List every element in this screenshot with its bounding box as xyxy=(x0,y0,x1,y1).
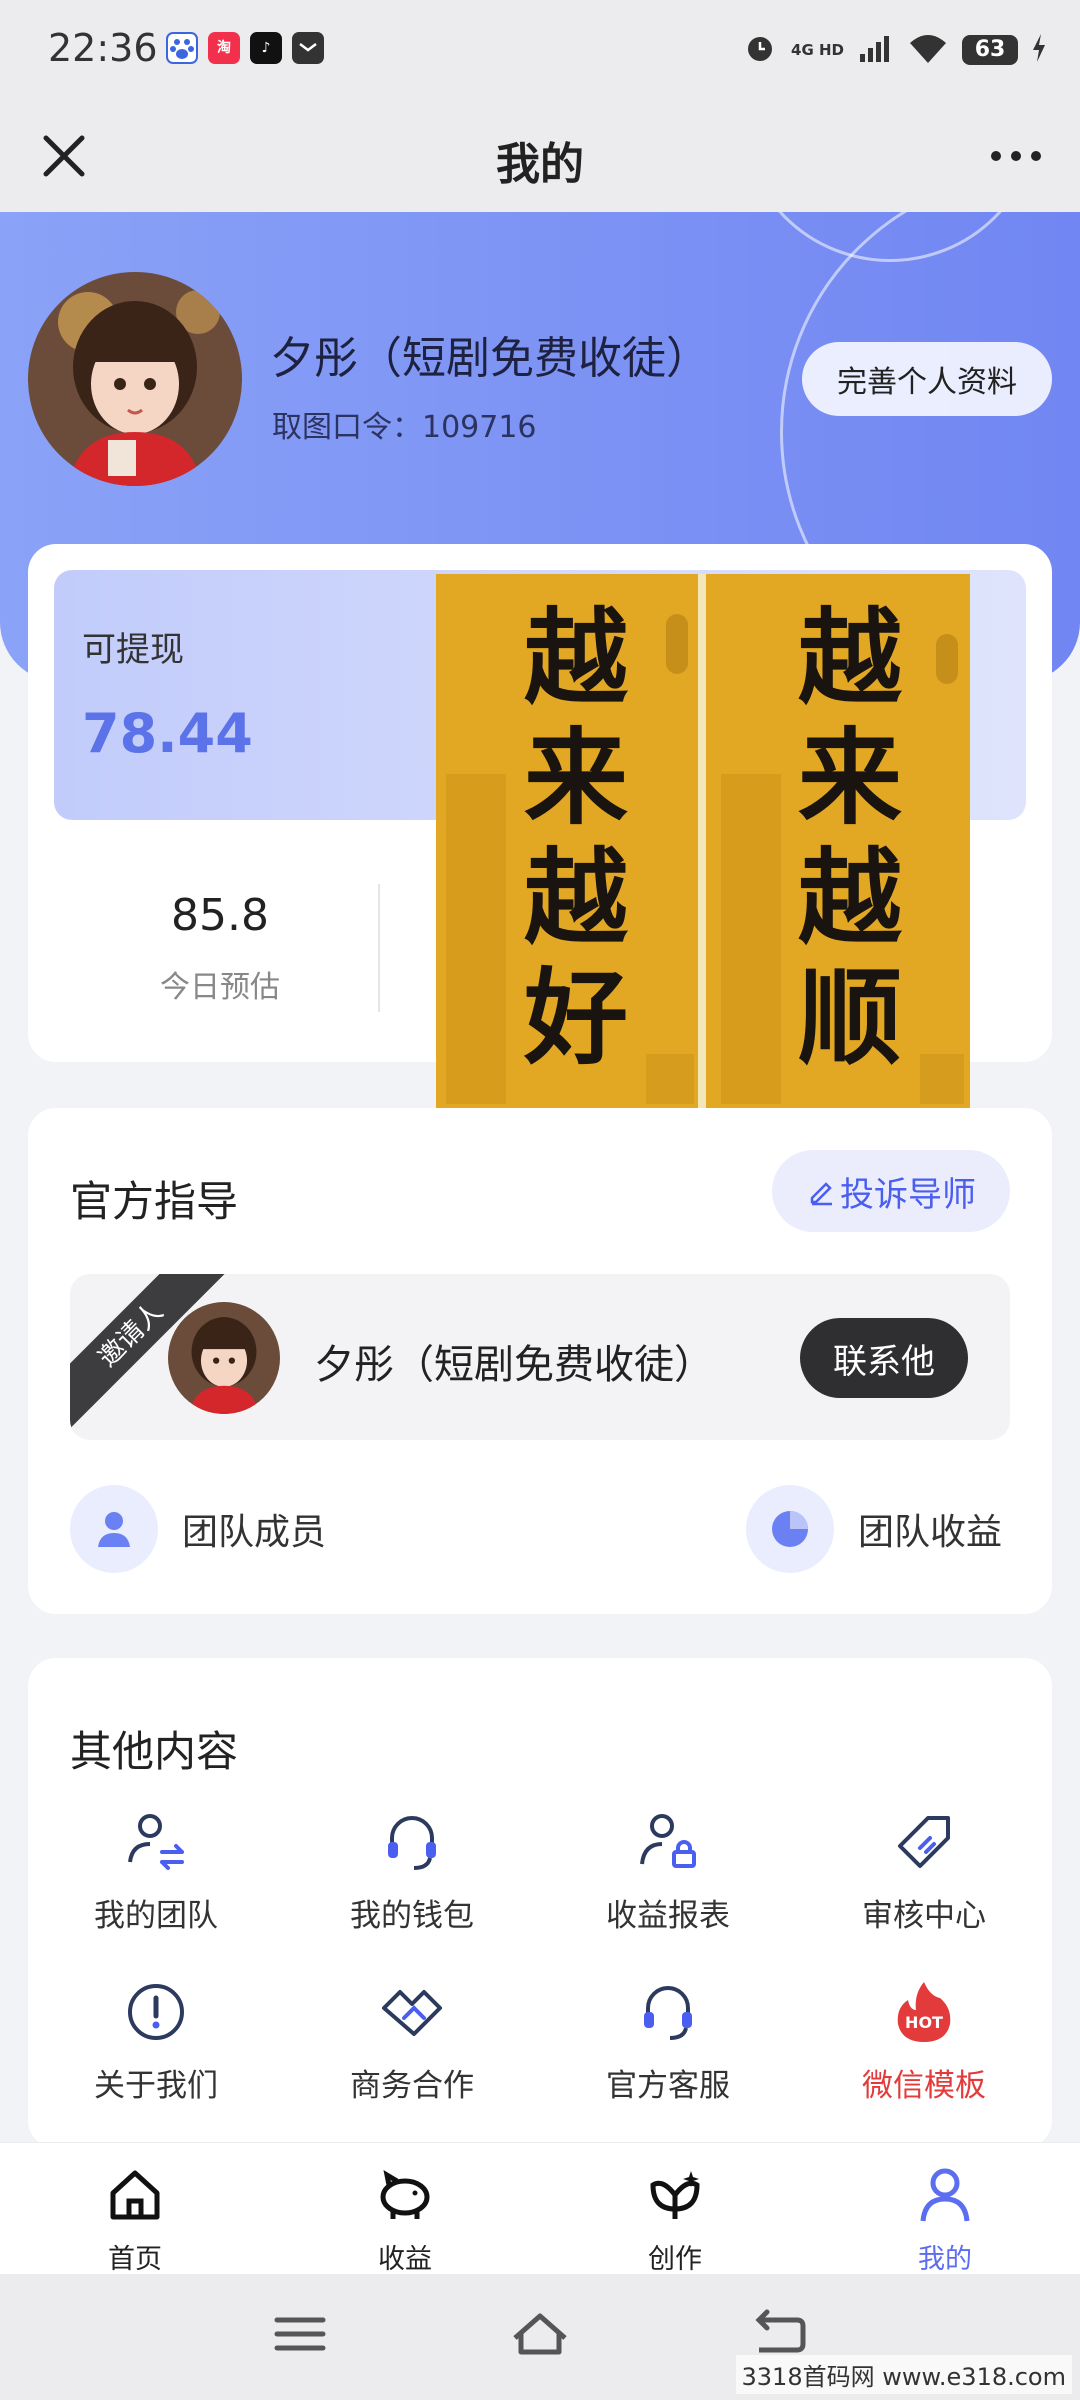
review-center-label: 审核中心 xyxy=(862,1898,986,1934)
image-code: 取图口令：109716 xyxy=(272,410,537,445)
pie-chart-icon xyxy=(746,1485,834,1573)
headset-icon xyxy=(644,1986,692,2040)
svg-text:HOT: HOT xyxy=(905,2013,943,2032)
person-icon xyxy=(70,1485,158,1573)
about-us-item[interactable]: 关于我们 xyxy=(28,1978,284,2128)
inviter-avatar[interactable] xyxy=(168,1302,280,1414)
headset-icon xyxy=(388,1816,436,1870)
other-content-title: 其他内容 xyxy=(70,1727,239,1776)
team-members-label: 团队成员 xyxy=(182,1512,327,1553)
leaf-icon xyxy=(650,2171,700,2219)
business-cooperation-item[interactable]: 商务合作 xyxy=(284,1978,540,2128)
about-us-label: 关于我们 xyxy=(94,2068,218,2104)
team-members-item[interactable]: 团队成员 xyxy=(70,1484,326,1574)
scroll-right-char-2: 来 xyxy=(798,716,902,839)
home-nav-button[interactable] xyxy=(505,2304,575,2364)
customer-service-label: 官方客服 xyxy=(606,2068,730,2104)
title-bar: 我的 xyxy=(0,100,1080,212)
home-nav-icon xyxy=(513,2313,567,2355)
signal-icon xyxy=(858,34,894,66)
page-title: 我的 xyxy=(496,139,584,190)
customer-service-item[interactable]: 官方客服 xyxy=(540,1978,796,2128)
tab-mine[interactable]: 我的 xyxy=(810,2153,1080,2275)
scroll-left-char-2: 来 xyxy=(524,716,628,839)
withdraw-value: 78.44 xyxy=(82,702,253,765)
scroll-left-char-3: 越 xyxy=(524,836,629,959)
scroll-left-char-4: 好 xyxy=(523,956,628,1079)
inviter-box: 邀请人 夕彤（短剧免费收徒） 联系他 xyxy=(70,1274,1010,1440)
status-bar: 22:36 淘 ♪ 4G HD 63 xyxy=(0,0,1080,100)
tag-icon xyxy=(898,1816,950,1868)
alarm-icon xyxy=(743,31,777,69)
home-icon xyxy=(110,2170,160,2220)
charging-icon xyxy=(1032,34,1046,66)
status-time: 22:36 xyxy=(48,26,158,70)
calligraphy-scrolls-image: 越 来 越 好 越 来 越 顺 xyxy=(436,574,970,1110)
guidance-title: 官方指导 xyxy=(70,1177,239,1226)
taobao-icon: 淘 xyxy=(208,32,240,64)
divider xyxy=(378,884,380,1012)
watermark: 3318首码网 www.e318.com xyxy=(735,2355,1072,2394)
withdraw-label: 可提现 xyxy=(82,630,184,670)
user-lock-icon xyxy=(640,1814,696,1868)
scroll-left-char-1: 越 xyxy=(524,596,629,719)
guidance-card: 官方指导 投诉导师 邀请人 夕彤（短剧免费收徒） 联系他 团队成员 团队收益 xyxy=(28,1108,1052,1614)
complain-tutor-button[interactable]: 投诉导师 xyxy=(772,1150,1010,1232)
baidu-icon xyxy=(166,32,198,64)
battery-indicator: 63 xyxy=(962,35,1018,65)
menu-button[interactable] xyxy=(265,2304,335,2364)
wifi-icon xyxy=(908,33,948,67)
today-estimate-value: 85.8 xyxy=(171,890,269,941)
today-estimate-label: 今日预估 xyxy=(160,970,280,1005)
more-button[interactable] xyxy=(976,116,1056,196)
tab-create[interactable]: 创作 xyxy=(540,2153,810,2275)
scroll-right-char-3: 越 xyxy=(798,836,903,959)
tab-create-label: 创作 xyxy=(648,2244,702,2275)
other-content-card: 其他内容 我的团队 我的钱包 收益报表 审核中心 关于我们 商务合作 官方客服 … xyxy=(28,1658,1052,2148)
earnings-report-item[interactable]: 收益报表 xyxy=(540,1808,796,1958)
team-earnings-label: 团队收益 xyxy=(858,1512,1003,1553)
business-cooperation-label: 商务合作 xyxy=(350,2068,474,2104)
contact-button[interactable]: 联系他 xyxy=(800,1318,968,1398)
system-nav-bar: 3318首码网 www.e318.com xyxy=(0,2274,1080,2400)
user-icon xyxy=(920,2168,970,2222)
handshake-icon xyxy=(382,1990,442,2036)
complete-profile-button[interactable]: 完善个人资料 xyxy=(802,342,1052,416)
my-team-label: 我的团队 xyxy=(94,1898,218,1934)
tab-earnings-label: 收益 xyxy=(378,2244,432,2275)
tab-mine-label: 我的 xyxy=(918,2244,972,2275)
more-icon xyxy=(991,151,1041,161)
tab-home[interactable]: 首页 xyxy=(0,2153,270,2275)
tab-home-label: 首页 xyxy=(108,2244,162,2275)
my-wallet-label: 我的钱包 xyxy=(350,1898,474,1934)
edit-icon xyxy=(810,1182,832,1206)
message-icon xyxy=(292,32,324,64)
team-earnings-item[interactable]: 团队收益 xyxy=(746,1484,1002,1574)
inviter-name: 夕彤（短剧免费收徒） xyxy=(314,1342,714,1388)
team-icon xyxy=(128,1814,184,1870)
bottom-tab-bar: 首页 收益 创作 我的 xyxy=(0,2142,1080,2275)
menu-icon xyxy=(274,2317,326,2351)
scroll-right-char-1: 越 xyxy=(798,596,903,719)
info-icon xyxy=(128,1984,184,2040)
earnings-report-label: 收益报表 xyxy=(606,1898,730,1934)
username: 夕彤（短剧免费收徒） xyxy=(270,333,710,384)
my-team-item[interactable]: 我的团队 xyxy=(28,1808,284,1958)
review-center-item[interactable]: 审核中心 xyxy=(796,1808,1052,1958)
my-wallet-item[interactable]: 我的钱包 xyxy=(284,1808,540,1958)
hot-icon: HOT xyxy=(897,1982,951,2042)
network-label: 4G HD xyxy=(791,41,844,59)
piggy-bank-icon xyxy=(380,2169,430,2219)
complain-tutor-label: 投诉导师 xyxy=(840,1175,976,1214)
avatar[interactable] xyxy=(28,272,242,486)
scroll-right-char-4: 顺 xyxy=(798,956,902,1079)
wechat-template-item[interactable]: HOT 微信模板 xyxy=(796,1978,1052,2128)
wechat-template-label: 微信模板 xyxy=(862,2068,986,2104)
tab-earnings[interactable]: 收益 xyxy=(270,2153,540,2275)
tiktok-icon: ♪ xyxy=(250,32,282,64)
